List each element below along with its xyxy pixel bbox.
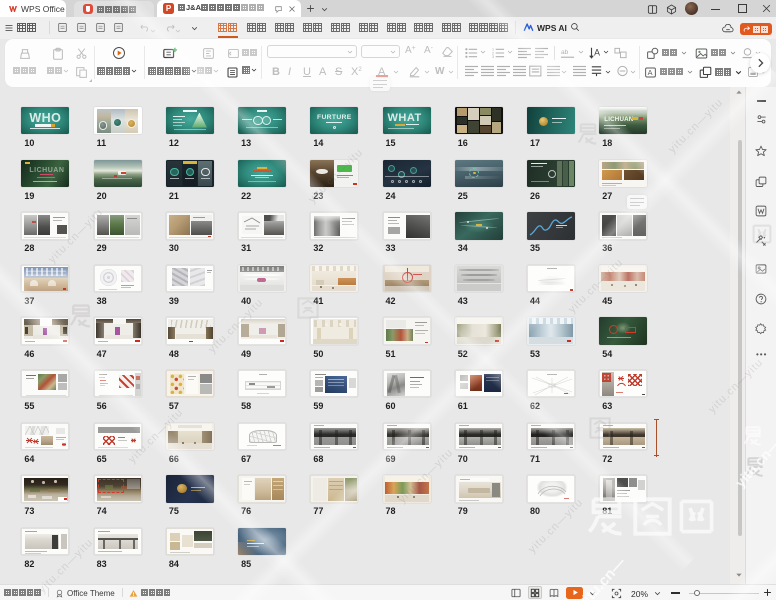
svg-text:A: A [594, 48, 600, 58]
svg-text:A: A [648, 68, 653, 77]
svg-text:3: 3 [492, 55, 494, 59]
svg-text:ab: ab [561, 49, 569, 56]
